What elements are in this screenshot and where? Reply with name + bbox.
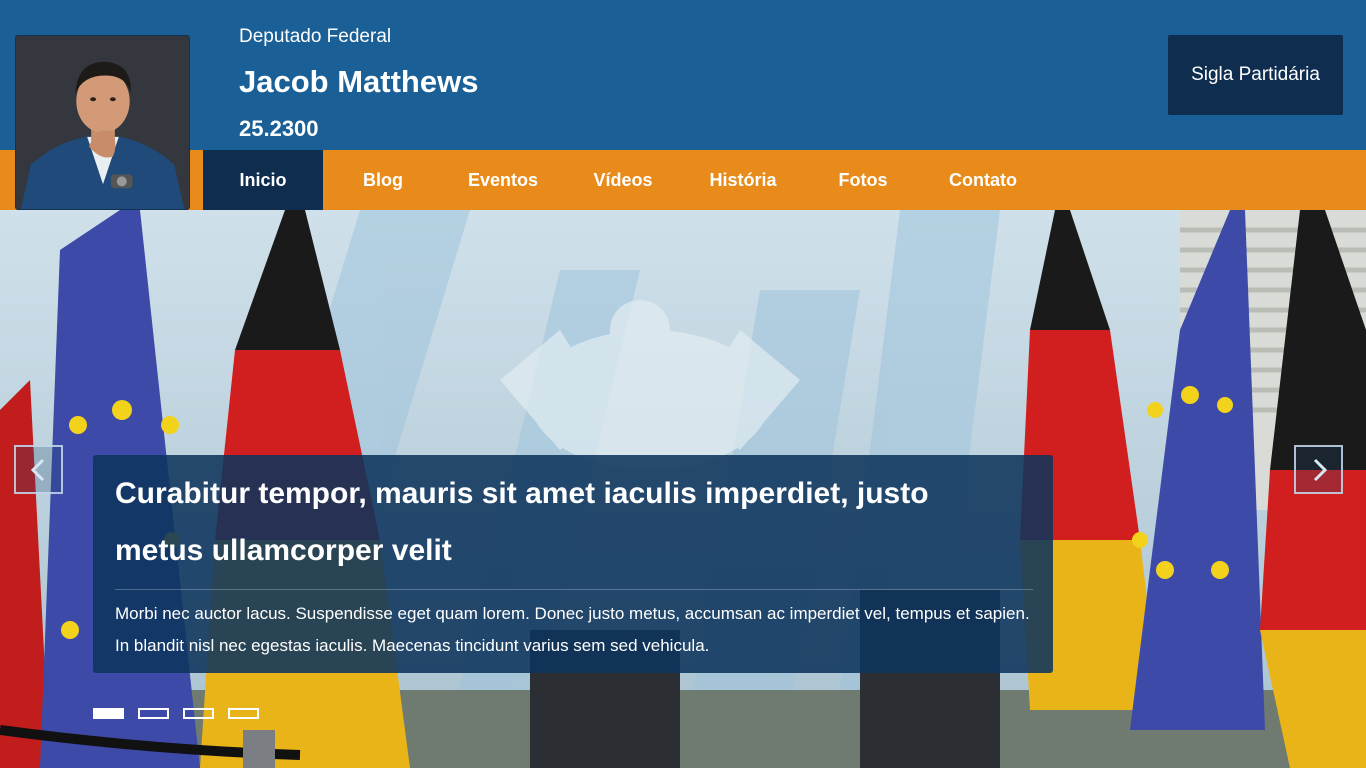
candidate-number: 25.2300 <box>239 116 319 141</box>
chevron-left-icon <box>30 458 44 481</box>
slider-indicators <box>93 708 259 719</box>
slide-headline[interactable]: Curabitur tempor, mauris sit amet iaculi… <box>115 465 1015 579</box>
slide-indicator-1[interactable] <box>93 708 124 719</box>
slide-indicator-3[interactable] <box>183 708 214 719</box>
nav-item-historia[interactable]: História <box>683 150 803 210</box>
slider-prev-button[interactable] <box>14 445 63 494</box>
slide-indicator-2[interactable] <box>138 708 169 719</box>
nav-item-blog[interactable]: Blog <box>323 150 443 210</box>
role-label: Deputado Federal <box>239 26 392 47</box>
site-header: Deputado Federal Jacob Matthews 25.2300 … <box>0 0 1366 150</box>
slide-caption: Curabitur tempor, mauris sit amet iaculi… <box>93 455 1053 673</box>
hero-slider: Curabitur tempor, mauris sit amet iaculi… <box>0 210 1366 768</box>
nav-item-inicio[interactable]: Inicio <box>203 150 323 210</box>
party-acronym-button[interactable]: Sigla Partidária <box>1168 35 1343 115</box>
nav-item-eventos[interactable]: Eventos <box>443 150 563 210</box>
nav-menu: Inicio Blog Eventos Vídeos História Foto… <box>203 150 1043 210</box>
main-navigation: Inicio Blog Eventos Vídeos História Foto… <box>0 150 1366 210</box>
slide-indicator-4[interactable] <box>228 708 259 719</box>
nav-item-contato[interactable]: Contato <box>923 150 1043 210</box>
caption-divider <box>115 589 1033 590</box>
nav-item-videos[interactable]: Vídeos <box>563 150 683 210</box>
nav-item-fotos[interactable]: Fotos <box>803 150 923 210</box>
chevron-right-icon <box>1313 458 1327 481</box>
candidate-name: Jacob Matthews <box>239 64 479 99</box>
slider-next-button[interactable] <box>1294 445 1343 494</box>
candidate-photo <box>15 35 190 210</box>
slide-description: Morbi nec auctor lacus. Suspendisse eget… <box>115 604 1030 655</box>
